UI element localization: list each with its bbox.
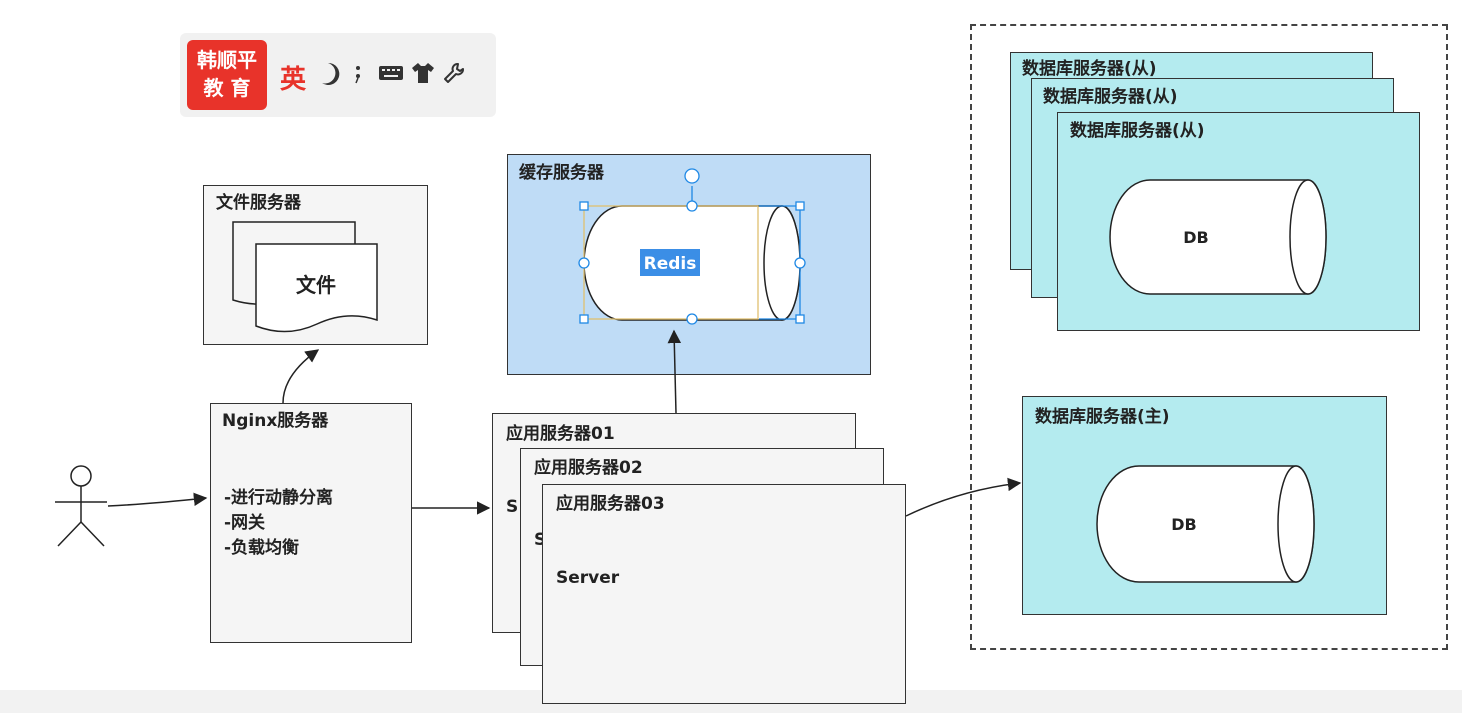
diagram-canvas: 韩顺平 教 育 英 文件服务器 缓存服务器 Nginx服务器 -进行动静分离 -… [0,0,1462,713]
nginx-to-file-connector [282,349,320,404]
db-slave-cylinder[interactable] [1109,179,1327,295]
user-to-nginx-connector [107,492,208,507]
user-actor-icon[interactable] [55,465,107,547]
db-master-label: DB [1171,515,1196,534]
document-label: 文件 [296,273,336,297]
db-master-cylinder[interactable] [1096,465,1315,583]
redis-label: Redis [644,254,697,274]
app-to-db-master-connector [905,477,1022,517]
diagram-overlay: 文件 Redis DB DB [55,168,1327,583]
app-to-cache-connector [667,329,682,414]
db-slave-label: DB [1183,228,1208,247]
